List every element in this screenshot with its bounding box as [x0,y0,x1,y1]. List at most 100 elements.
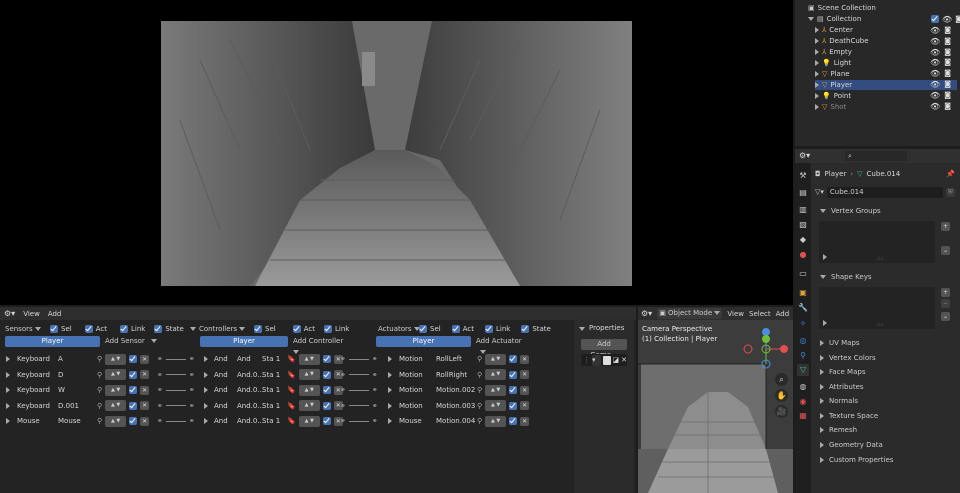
expand-icon[interactable] [815,38,819,45]
face-maps-panel[interactable]: Face Maps [815,365,955,378]
move-up-down-buttons[interactable]: ▲ ▼ [105,369,127,381]
outliner-item[interactable]: ⅄ Center 👁 ◙ [815,25,957,36]
pin-icon[interactable]: ⚲ [477,402,482,410]
controller-type[interactable]: And [214,371,234,379]
scene-collection-row[interactable]: ▣ Scene Collection [808,3,960,14]
collection-tab-icon[interactable]: ▭ [797,268,809,280]
editor-type-icon[interactable]: ⚙▾ [641,309,652,318]
viewport-3d[interactable]: ⚙▾ ▣ Object Mode View Select Add Camera … [638,307,793,493]
controller-link-socket-icon[interactable]: ⚭ [189,417,195,425]
outliner-item[interactable]: 💡 Light 👁 ◙ [815,58,957,69]
controller-state[interactable]: Sta 1 [262,386,284,394]
camera-icon[interactable]: ◙ [944,37,951,46]
expand-icon[interactable] [6,387,10,394]
outliner-item[interactable]: ▽ Player 👁 ◙ [815,79,957,90]
act-checkbox[interactable] [84,325,93,333]
enable-checkbox[interactable] [129,401,138,410]
controller-out-socket-icon[interactable]: ⚭ [340,402,346,410]
expand-icon[interactable] [815,27,819,34]
actuator-type[interactable]: Motion [399,386,433,394]
add-menu[interactable]: Add [776,310,790,318]
filter-expand-icon[interactable] [823,320,827,326]
expand-icon[interactable] [815,103,819,110]
sensor-type[interactable]: Keyboard [17,371,55,379]
vertex-groups-panel-header[interactable]: Vertex Groups [815,204,955,217]
actuator-name[interactable]: RollRight [436,371,474,379]
filter-expand-icon[interactable] [823,254,827,260]
expand-icon[interactable] [190,327,196,331]
outliner-item[interactable]: ▽ Shot 👁 ◙ [815,101,957,112]
render-icon[interactable]: ▤ [797,187,809,199]
move-up-down-buttons[interactable]: ▲ ▼ [298,369,320,381]
game-viewport[interactable] [0,0,793,305]
sensor-name[interactable]: A [58,355,94,363]
actuator-type[interactable]: Motion [399,371,433,379]
eye-icon[interactable]: 👁 [930,91,940,100]
add-controller-dropdown[interactable]: Add Controller [290,336,348,354]
controller-state[interactable]: Sta 1 [262,355,284,363]
custom-properties-panel[interactable]: Custom Properties [815,453,955,466]
expand-icon[interactable] [388,356,392,362]
attributes-panel[interactable]: Attributes [815,380,955,393]
camera-icon[interactable]: ◙ [944,26,951,35]
vertex-colors-panel[interactable]: Vertex Colors [815,351,955,364]
remove-button[interactable]: ✕ [140,385,150,395]
state-checkbox[interactable] [154,325,163,333]
outliner-item[interactable]: ⅄ Empty 👁 ◙ [815,47,957,58]
controller-type[interactable]: And [214,402,234,410]
state-checkbox[interactable] [521,325,530,333]
eye-icon[interactable]: 👁 [930,48,940,57]
enable-checkbox[interactable] [129,355,138,363]
bookmark-icon[interactable]: 🔖 [287,355,296,363]
sensors-dropdown[interactable]: Sensors [5,323,47,335]
controllers-dropdown[interactable]: Controllers [199,323,251,335]
controller-type[interactable]: And [214,386,234,394]
modifier-icon[interactable]: 🔧 [797,302,809,314]
outliner-item[interactable]: ⅄ DeathCube 👁 ◙ [815,36,957,47]
shape-keys-list[interactable]: :::: [819,287,935,329]
move-up-down-buttons[interactable]: ▲ ▼ [105,415,127,427]
sensor-link-socket-icon[interactable]: ⚭ [157,386,163,394]
move-up-down-buttons[interactable]: ▲ ▼ [298,400,320,412]
expand-icon[interactable] [6,418,10,425]
vertex-group-menu-button[interactable]: ⌄ [941,246,950,255]
pin-icon[interactable]: ⚲ [477,386,482,394]
sel-checkbox[interactable] [419,325,427,333]
enable-checkbox[interactable] [509,355,518,363]
constraints-icon[interactable]: ⚲ [797,350,809,362]
remove-button[interactable]: ✕ [140,370,150,380]
remove-button[interactable]: ✕ [520,370,530,380]
link-checkbox[interactable] [119,325,128,333]
expand-icon[interactable] [204,371,208,378]
editor-type-icon[interactable]: ⚙▾ [4,309,15,318]
controller-name[interactable]: And.0... [237,386,264,394]
pin-icon[interactable]: ⚲ [97,386,102,394]
controller-name[interactable]: And.0... [237,402,264,410]
mode-dropdown[interactable]: ▣ Object Mode [657,308,723,319]
material-icon[interactable]: ◍ [797,381,809,393]
expand-icon[interactable] [815,70,819,77]
resize-grip-icon[interactable]: :::: [877,322,884,328]
expand-icon[interactable] [388,402,392,409]
remove-button[interactable]: ✕ [520,385,530,395]
expand-icon[interactable] [388,387,392,394]
navigation-gizmo[interactable] [741,324,791,374]
enable-checkbox[interactable] [322,386,331,395]
particles-icon[interactable]: ✧ [797,318,809,330]
controller-state[interactable]: Sta 1 [262,371,284,379]
enable-checkbox[interactable] [509,417,518,426]
sensor-type[interactable]: Keyboard [17,386,55,394]
eye-icon[interactable]: 👁 [930,58,940,67]
move-up-down-buttons[interactable]: ▲ ▼ [485,400,507,412]
pin-icon[interactable]: ⚲ [97,402,102,410]
pin-icon[interactable]: ⚲ [97,355,102,363]
expand-icon[interactable] [204,356,208,362]
controller-state[interactable]: Sta 1 [262,402,284,410]
info-icon[interactable]: ◪ [613,356,620,364]
expand-icon[interactable] [204,387,208,394]
bookmark-icon[interactable]: 🔖 [287,402,296,410]
actuator-link-socket-icon[interactable]: ⚭ [372,402,378,410]
zoom-icon[interactable]: ⌕ [775,373,788,386]
expand-icon[interactable] [388,418,392,425]
sensor-type[interactable]: Keyboard [17,355,55,363]
